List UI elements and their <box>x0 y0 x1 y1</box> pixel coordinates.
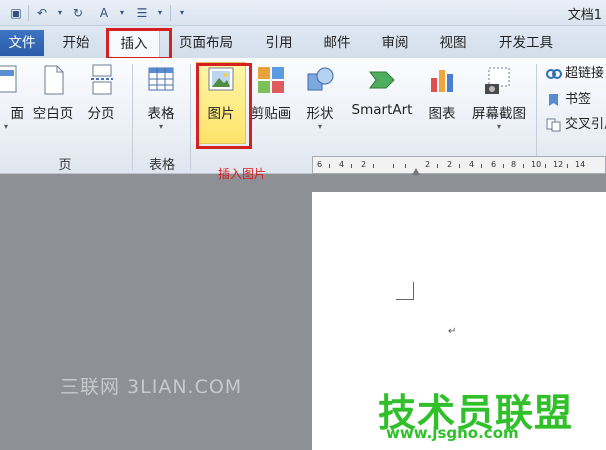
tab-developer[interactable]: 开发工具 <box>488 30 564 56</box>
page-break-button[interactable]: 分页 <box>84 64 118 122</box>
horizontal-ruler[interactable]: 6 4 2 2 2 4 6 8 10 12 14 <box>312 156 606 174</box>
bookmark-button[interactable]: 书签 <box>546 90 591 110</box>
insert-tab-highlight <box>106 28 172 60</box>
shapes-icon <box>304 64 336 96</box>
clip-art-button[interactable]: 剪贴画 <box>248 64 294 122</box>
cover-page-button[interactable]: 面 ▾ <box>0 64 26 131</box>
separator <box>170 5 171 21</box>
clip-art-icon <box>255 64 287 96</box>
quick-access-toolbar: ▣ ↶ ▾ ↻ A ▾ ☰ ▾ ▾ 文档1 <box>0 0 606 26</box>
chevron-down-icon[interactable]: ▾ <box>114 5 130 21</box>
table-button[interactable]: 表格 ▾ <box>140 64 182 131</box>
group-separator <box>536 64 537 170</box>
chevron-down-icon[interactable]: ▾ <box>52 5 68 21</box>
table-group-label: 表格 <box>148 158 175 173</box>
group-separator <box>190 64 191 170</box>
table-icon <box>145 64 177 96</box>
cross-reference-button[interactable]: 交叉引用 <box>546 115 606 135</box>
picture-button-red-highlight <box>196 63 252 149</box>
smartart-button[interactable]: SmartArt <box>346 64 418 118</box>
page-break-icon <box>85 64 117 96</box>
watermark-left: 三联网 3LIAN.COM <box>60 376 243 398</box>
tab-file[interactable]: 文件 <box>0 30 44 56</box>
hyperlink-button[interactable]: 超链接 <box>546 64 604 84</box>
indent-marker[interactable] <box>412 168 420 175</box>
group-separator <box>132 64 133 170</box>
screenshot-icon <box>483 64 515 96</box>
watermark-url: www.jsgho.com <box>386 424 519 442</box>
margin-corner-mark <box>396 282 414 300</box>
pages-group-label: 页 <box>58 158 72 173</box>
bullets-icon[interactable]: ☰ <box>134 5 150 21</box>
annotation-label: 插入图片 <box>218 167 267 181</box>
tab-review[interactable]: 审阅 <box>372 30 418 56</box>
screenshot-button[interactable]: 屏幕截图 ▾ <box>466 64 532 131</box>
shapes-button[interactable]: 形状 ▾ <box>300 64 340 131</box>
tab-references[interactable]: 引用 <box>256 30 302 56</box>
undo-icon[interactable]: ↶ <box>34 5 50 21</box>
tab-view[interactable]: 视图 <box>430 30 476 56</box>
smartart-icon <box>366 64 398 96</box>
chart-button[interactable]: 图表 <box>422 64 462 122</box>
ribbon-tabs: 文件 开始 插入 页面布局 引用 邮件 审阅 视图 开发工具 <box>0 26 606 58</box>
tab-home[interactable]: 开始 <box>52 30 100 56</box>
tab-page-layout[interactable]: 页面布局 <box>170 30 242 56</box>
save-icon[interactable]: ▣ <box>8 5 24 21</box>
redo-icon[interactable]: ↻ <box>70 5 86 21</box>
blank-page-icon <box>37 64 69 96</box>
format-painter-icon[interactable]: A <box>96 5 112 21</box>
chevron-down-icon[interactable]: ▾ <box>152 5 168 21</box>
window-title: 文档1 <box>567 8 602 23</box>
cross-reference-icon <box>546 118 562 132</box>
blank-page-button[interactable]: 空白页 <box>30 64 76 122</box>
customize-icon[interactable]: ▾ <box>174 5 190 21</box>
bookmark-icon <box>546 93 562 107</box>
cover-page-icon <box>0 64 22 96</box>
paragraph-mark: ↵ <box>448 326 457 337</box>
tab-mailings[interactable]: 邮件 <box>314 30 360 56</box>
chart-icon <box>426 64 458 96</box>
separator <box>28 5 29 21</box>
hyperlink-icon <box>546 67 562 81</box>
